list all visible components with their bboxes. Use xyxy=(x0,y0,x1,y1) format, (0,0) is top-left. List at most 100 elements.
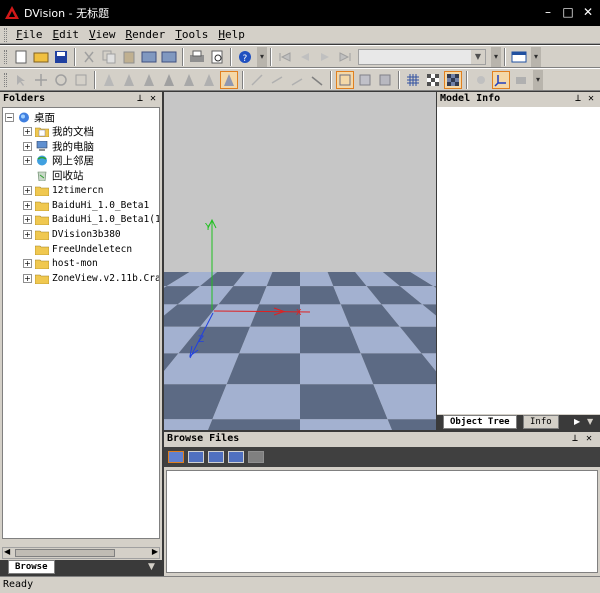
menu-help[interactable]: Help xyxy=(213,27,250,43)
tree-item[interactable]: + BaiduHi_1.0_Beta1 xyxy=(23,198,149,212)
menu-view[interactable]: View xyxy=(84,27,121,43)
cone-view-icon[interactable] xyxy=(180,71,198,89)
tab-menu-icon[interactable]: ▼ xyxy=(587,417,593,426)
maximize-button[interactable]: □ xyxy=(560,4,576,20)
animation-combo[interactable]: ▼ xyxy=(358,48,486,65)
3d-viewport[interactable]: Y X Z xyxy=(164,92,436,430)
scale-tool-icon[interactable] xyxy=(72,71,90,89)
help-icon[interactable]: ? xyxy=(236,48,254,66)
rotate-tool-icon[interactable] xyxy=(52,71,70,89)
shaded-box-icon[interactable] xyxy=(356,71,374,89)
close-icon[interactable]: ✕ xyxy=(586,432,592,446)
cone-view-icon[interactable] xyxy=(120,71,138,89)
menu-render[interactable]: Render xyxy=(121,27,171,43)
menu-tools[interactable]: Tools xyxy=(170,27,213,43)
tab-browse[interactable]: Browse xyxy=(8,560,55,574)
expand-icon[interactable]: + xyxy=(23,273,32,283)
file-browser-area[interactable] xyxy=(166,470,598,573)
tree-item[interactable]: + 网上邻居 xyxy=(23,153,94,167)
copy-icon[interactable] xyxy=(100,48,118,66)
cone-view-icon[interactable] xyxy=(160,71,178,89)
minimize-button[interactable]: – xyxy=(540,4,556,20)
print-preview-icon[interactable] xyxy=(208,48,226,66)
textured-box-icon[interactable] xyxy=(376,71,394,89)
cut-icon[interactable] xyxy=(80,48,98,66)
details-view-icon[interactable] xyxy=(228,451,244,463)
tree-item[interactable]: + BaiduHi_1.0_Beta1(1) xyxy=(23,212,159,226)
tab-object-tree[interactable]: Object Tree xyxy=(443,415,517,429)
expand-icon[interactable]: + xyxy=(23,214,32,224)
save-button[interactable] xyxy=(52,48,70,66)
expand-icon[interactable]: + xyxy=(23,185,32,195)
camera-icon[interactable] xyxy=(512,71,530,89)
toolbar-grip[interactable] xyxy=(4,72,7,87)
tab-menu-icon[interactable]: ▼ xyxy=(148,562,155,572)
light-icon[interactable] xyxy=(472,71,490,89)
play-icon[interactable] xyxy=(316,48,334,66)
expand-icon[interactable]: + xyxy=(23,155,32,165)
toolbar-options-icon[interactable]: ▾ xyxy=(531,46,541,67)
move-tool-icon[interactable] xyxy=(32,71,50,89)
line-tool-icon[interactable] xyxy=(288,71,306,89)
collapse-icon[interactable]: − xyxy=(5,112,14,122)
wireframe-box-icon[interactable] xyxy=(336,70,354,89)
floor-toggle-icon[interactable] xyxy=(444,70,462,89)
tree-item[interactable]: + 12timercn xyxy=(23,183,103,197)
menu-file[interactable]: File xyxy=(11,27,48,43)
first-frame-icon[interactable] xyxy=(276,48,294,66)
thumbnails-view-icon[interactable] xyxy=(168,451,184,463)
list-view-icon[interactable] xyxy=(208,451,224,463)
horizontal-scrollbar[interactable]: ◀ ▶ xyxy=(2,547,160,559)
print-icon[interactable] xyxy=(188,48,206,66)
import-icon[interactable] xyxy=(140,48,158,66)
line-tool-icon[interactable] xyxy=(308,71,326,89)
tree-item[interactable]: FreeUndeletecn xyxy=(23,242,132,256)
expand-icon[interactable]: + xyxy=(23,141,32,151)
tab-info[interactable]: Info xyxy=(523,415,559,429)
tree-item[interactable]: + DVision3b380 xyxy=(23,227,121,241)
pin-icon[interactable]: ⊥ xyxy=(575,92,581,106)
tree-item[interactable]: + ZoneView.v2.11b.Crack xyxy=(23,271,159,285)
checker-icon[interactable] xyxy=(424,71,442,89)
close-window-button[interactable]: ✕ xyxy=(580,4,596,20)
last-frame-icon[interactable] xyxy=(336,48,354,66)
cone-view-icon[interactable] xyxy=(200,71,218,89)
toolbar-options-icon[interactable]: ▾ xyxy=(533,69,543,90)
cone-view-icon[interactable] xyxy=(100,71,118,89)
scrollbar-thumb[interactable] xyxy=(15,549,115,557)
new-file-button[interactable] xyxy=(12,48,30,66)
scroll-left-icon[interactable]: ◀ xyxy=(4,547,10,556)
prev-frame-icon[interactable] xyxy=(296,48,314,66)
tree-item[interactable]: + host-mon xyxy=(23,256,98,270)
tab-scroll-right-icon[interactable]: ▶ xyxy=(574,417,580,426)
tree-item[interactable]: + 我的文档 xyxy=(23,124,94,138)
menu-edit[interactable]: Edit xyxy=(48,27,85,43)
menubar-grip[interactable] xyxy=(4,27,7,42)
tree-root[interactable]: − 桌面 xyxy=(5,110,55,124)
preview-view-icon[interactable] xyxy=(248,451,264,463)
toolbar-grip[interactable] xyxy=(4,49,7,64)
close-icon[interactable]: ✕ xyxy=(150,92,156,106)
select-tool-icon[interactable] xyxy=(12,71,30,89)
close-icon[interactable]: ✕ xyxy=(588,92,594,106)
cone-view-icon[interactable] xyxy=(140,71,158,89)
pin-icon[interactable]: ⊥ xyxy=(572,432,578,446)
open-folder-button[interactable] xyxy=(32,48,50,66)
tiles-view-icon[interactable] xyxy=(188,451,204,463)
tree-item[interactable]: + 我的电脑 xyxy=(23,139,94,153)
toolbar-options-icon[interactable]: ▾ xyxy=(257,46,267,67)
export-icon[interactable] xyxy=(160,48,178,66)
window-layout-icon[interactable] xyxy=(510,48,528,66)
paste-icon[interactable] xyxy=(120,48,138,66)
expand-icon[interactable]: + xyxy=(23,126,32,136)
scene-canvas[interactable]: Y X Z xyxy=(164,92,436,430)
expand-icon[interactable]: + xyxy=(23,258,32,268)
line-tool-icon[interactable] xyxy=(248,71,266,89)
tree-item[interactable]: 回收站 xyxy=(23,168,84,182)
grid-icon[interactable] xyxy=(404,71,422,89)
cone-view-icon-active[interactable] xyxy=(220,70,238,89)
axis-toggle-icon[interactable] xyxy=(492,70,510,89)
expand-icon[interactable]: + xyxy=(23,200,32,210)
toolbar-options-icon[interactable]: ▾ xyxy=(491,46,501,67)
expand-icon[interactable]: + xyxy=(23,229,32,239)
